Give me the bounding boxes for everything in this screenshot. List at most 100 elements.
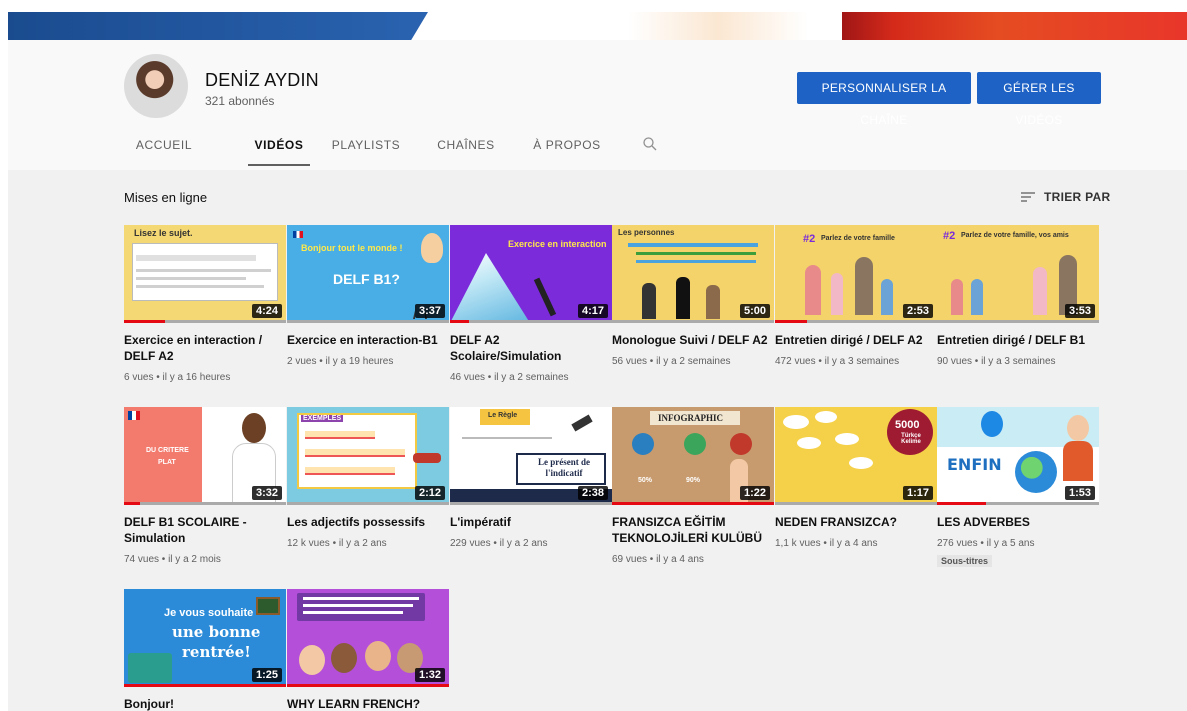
video-title[interactable]: DELF B1 SCOLAIRE - Simulation [124, 514, 286, 546]
thumb-text: 90% [686, 477, 701, 484]
sort-by-button[interactable]: TRIER PAR [1020, 188, 1110, 206]
video-card[interactable]: #2 Parlez de votre famille, vos amis 3:5… [937, 225, 1099, 367]
video-meta: 12 k vues • il y a 2 ans [287, 538, 387, 549]
video-card[interactable]: EXEMPLES 2:12 Les adjectifs possessifs 1… [287, 407, 449, 549]
watch-progress [612, 502, 774, 505]
video-thumbnail[interactable]: DU CRITERE PLAT 3:32 [124, 407, 286, 505]
thumb-text: #2 [803, 233, 816, 245]
video-thumbnail[interactable]: #2 Parlez de votre famille 2:53 [775, 225, 937, 323]
video-title[interactable]: Les adjectifs possessifs [287, 514, 449, 530]
video-thumbnail[interactable]: EXEMPLES 2:12 [287, 407, 449, 505]
video-thumbnail[interactable]: ENFIN 1:53 [937, 407, 1099, 505]
thumb-text: Lisez le sujet. [134, 228, 193, 238]
thumb-text: Parlez de votre famille [821, 235, 895, 242]
video-card[interactable]: INFOGRAPHIC 50% 90% 1:22 FRANSIZCA EĞİTİ… [612, 407, 774, 565]
video-meta: 46 vues • il y a 2 semaines [450, 372, 569, 383]
video-thumbnail[interactable]: Bonjour tout le monde ! DELF B1? 3:37 [287, 225, 449, 323]
tab-channels[interactable]: CHAÎNES [436, 132, 496, 166]
channel-avatar[interactable] [124, 54, 188, 118]
video-thumbnail[interactable]: #2 Parlez de votre famille, vos amis 3:5… [937, 225, 1099, 323]
video-meta: 472 vues • il y a 3 semaines [775, 356, 900, 367]
tab-playlists[interactable]: PLAYLISTS [328, 132, 404, 166]
channel-banner [8, 12, 1187, 40]
video-meta: 6 vues • il y a 16 heures [124, 372, 231, 383]
channel-header: DENİZ AYDIN 321 abonnés PERSONNALISER LA… [8, 40, 1187, 170]
video-card[interactable]: DU CRITERE PLAT 3:32 DELF B1 SCOLAIRE - … [124, 407, 286, 565]
video-duration: 2:53 [902, 304, 933, 318]
thumb-text: DELF B1? [333, 271, 400, 287]
video-duration: 1:53 [1064, 486, 1095, 500]
video-thumbnail[interactable]: INFOGRAPHIC 50% 90% 1:22 [612, 407, 774, 505]
video-card[interactable]: 1:32 WHY LEARN FRENCH? [287, 589, 449, 711]
thumb-text: #2 [943, 230, 956, 242]
videos-content: Mises en ligne TRIER PAR Lisez le sujet.… [8, 170, 1187, 711]
video-thumbnail[interactable]: Lisez le sujet. 4:24 [124, 225, 286, 323]
video-card[interactable]: Le Règle Le présent de l'indicatif 2:38 … [450, 407, 612, 549]
subtitles-badge: Sous-titres [937, 555, 993, 567]
thumb-text: DU CRITERE [146, 447, 189, 454]
watch-progress [287, 502, 449, 505]
tab-videos[interactable]: VIDÉOS [248, 132, 310, 166]
thumb-text: 50% [638, 477, 653, 484]
tab-about[interactable]: À PROPOS [528, 132, 606, 166]
subscriber-count: 321 abonnés [205, 94, 275, 108]
video-card[interactable]: Je vous souhaite une bonne rentrée! 1:25… [124, 589, 286, 711]
video-title[interactable]: Entretien dirigé / DELF A2 [775, 332, 937, 348]
thumb-text: PLAT [158, 459, 176, 466]
video-duration: 2:38 [577, 486, 608, 500]
video-thumbnail[interactable]: Les personnes 5:00 [612, 225, 774, 323]
channel-name: DENİZ AYDIN [205, 70, 319, 90]
tab-home[interactable]: ACCUEIL [124, 132, 204, 166]
video-duration: 1:22 [739, 486, 770, 500]
video-title[interactable]: Monologue Suivi / DELF A2 [612, 332, 774, 348]
video-title[interactable]: Entretien dirigé / DELF B1 [937, 332, 1099, 348]
video-card[interactable]: #2 Parlez de votre famille 2:53 Entretie… [775, 225, 937, 367]
video-thumbnail[interactable]: 1:32 [287, 589, 449, 687]
video-meta: 229 vues • il y a 2 ans [450, 538, 548, 549]
video-duration: 2:12 [414, 486, 445, 500]
thumb-text: EXEMPLES [301, 415, 344, 422]
customize-channel-button[interactable]: PERSONNALISER LA CHAÎNE [797, 72, 971, 127]
video-title[interactable]: DELF A2 Scolaire/Simulation [450, 332, 612, 364]
video-title[interactable]: Exercice en interaction-B1 [287, 332, 449, 348]
thumb-text: 5000 [895, 419, 920, 431]
video-title[interactable]: LES ADVERBES [937, 514, 1099, 530]
thumb-text: Türkçe Kelime [901, 433, 921, 445]
watch-progress [450, 320, 612, 323]
video-card[interactable]: Les personnes 5:00 Monologue Suivi / DEL… [612, 225, 774, 367]
watch-progress [775, 502, 937, 505]
video-title[interactable]: L'impératif [450, 514, 612, 530]
video-duration: 4:24 [251, 304, 282, 318]
search-icon[interactable] [642, 136, 658, 152]
video-duration: 3:53 [1064, 304, 1095, 318]
video-card[interactable]: ENFIN 1:53 LES ADVERBES 276 vues • il y … [937, 407, 1099, 569]
watch-progress [612, 320, 774, 323]
video-meta: 69 vues • il y a 4 ans [612, 554, 704, 565]
video-thumbnail[interactable]: Je vous souhaite une bonne rentrée! 1:25 [124, 589, 286, 687]
video-meta: 1,1 k vues • il y a 4 ans [775, 538, 878, 549]
video-title[interactable]: Exercice en interaction / DELF A2 [124, 332, 286, 364]
manage-videos-button[interactable]: GÉRER LES VIDÉOS [977, 72, 1101, 127]
video-duration: 1:32 [414, 668, 445, 682]
video-card[interactable]: Lisez le sujet. 4:24 Exercice en interac… [124, 225, 286, 383]
video-title[interactable]: Bonjour! [124, 696, 286, 711]
thumb-text: INFOGRAPHIC [658, 413, 723, 423]
video-thumbnail[interactable]: 5000 Türkçe Kelime 1:17 [775, 407, 937, 505]
video-duration: 4:17 [577, 304, 608, 318]
video-card[interactable]: 5000 Türkçe Kelime 1:17 NEDEN FRANSIZCA?… [775, 407, 937, 549]
video-thumbnail[interactable]: Exercice en interaction 4:17 [450, 225, 612, 323]
video-card[interactable]: Bonjour tout le monde ! DELF B1? 3:37 Ex… [287, 225, 449, 367]
video-duration: 3:37 [414, 304, 445, 318]
banner-light-stripe [628, 12, 808, 40]
sort-icon [1021, 192, 1035, 202]
thumb-text: Parlez de votre famille, vos amis [961, 232, 1069, 239]
watch-progress [937, 320, 1099, 323]
video-meta: 2 vues • il y a 19 heures [287, 356, 394, 367]
video-duration: 5:00 [739, 304, 770, 318]
video-title[interactable]: FRANSIZCA EĞİTİM TEKNOLOJİLERİ KULÜBÜ [612, 514, 774, 546]
video-title[interactable]: NEDEN FRANSIZCA? [775, 514, 937, 530]
video-thumbnail[interactable]: Le Règle Le présent de l'indicatif 2:38 [450, 407, 612, 505]
video-title[interactable]: WHY LEARN FRENCH? [287, 696, 449, 711]
video-card[interactable]: Exercice en interaction 4:17 DELF A2 Sco… [450, 225, 612, 383]
watch-progress [287, 320, 449, 323]
